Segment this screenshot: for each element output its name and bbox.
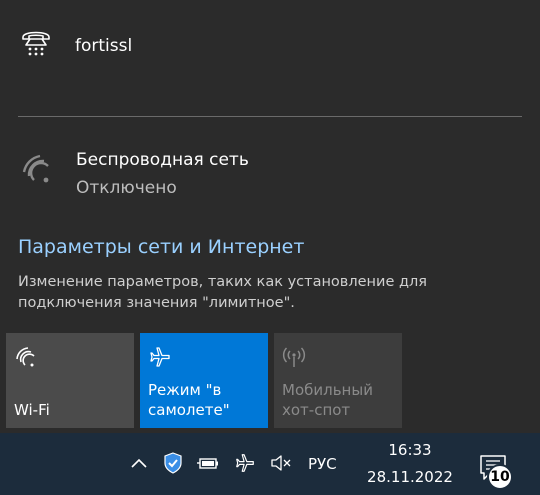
input-language-indicator[interactable]: РУС (308, 455, 337, 473)
airplane-icon (150, 347, 170, 367)
chevron-up-icon (131, 458, 147, 468)
wifi-toggle-tile[interactable]: Wi-Fi (6, 333, 134, 428)
airplane-icon (236, 454, 254, 472)
airplane-tile-label: Режим "в самолете" (148, 381, 230, 419)
hotspot-tile-label: Мобильный хот-спот (282, 381, 373, 419)
network-flyout: fortissl Беспроводная сеть Отключено Пар… (0, 0, 540, 433)
network-settings-link[interactable]: Параметры сети и Интернет (18, 236, 304, 258)
wifi-icon (16, 347, 35, 367)
divider (18, 116, 522, 117)
show-hidden-icons-button[interactable] (126, 449, 152, 477)
battery-tray-button[interactable] (196, 449, 222, 477)
volume-tray-button[interactable] (268, 449, 294, 477)
network-tray-button[interactable] (232, 449, 258, 477)
volume-muted-icon (271, 455, 291, 471)
clock-date[interactable]: 28.11.2022 (358, 468, 462, 486)
clock-time[interactable]: 16:33 (380, 441, 440, 459)
network-settings-description: Изменение параметров, таких как установл… (18, 274, 427, 311)
wireless-network-status: Отключено (76, 178, 177, 198)
hotspot-icon (282, 347, 306, 367)
notification-count-badge: 10 (487, 464, 513, 490)
shield-check-icon (164, 452, 182, 474)
mobile-hotspot-tile[interactable]: Мобильный хот-спот (274, 333, 402, 428)
wifi-off-icon (22, 154, 49, 183)
vpn-connection-item[interactable]: fortissl (0, 0, 540, 100)
security-tray-button[interactable] (160, 449, 186, 477)
wifi-tile-label: Wi-Fi (14, 401, 50, 419)
taskbar: РУС 16:33 28.11.2022 10 (0, 433, 540, 495)
dialup-connection-icon (22, 31, 50, 56)
battery-charging-icon (197, 458, 218, 469)
wireless-network-item[interactable]: Беспроводная сеть Отключено (0, 140, 540, 210)
wireless-network-title: Беспроводная сеть (76, 150, 249, 170)
vpn-connection-name: fortissl (75, 36, 133, 56)
airplane-mode-tile[interactable]: Режим "в самолете" (140, 333, 268, 428)
